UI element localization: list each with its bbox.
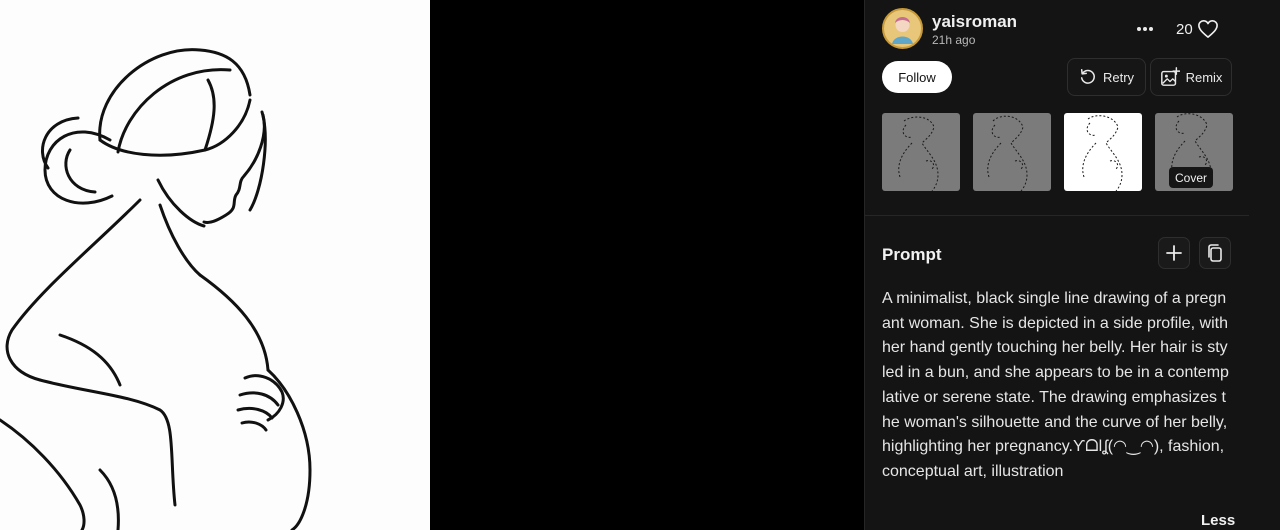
thumbnail-3-selected[interactable] bbox=[1064, 113, 1142, 191]
avatar[interactable] bbox=[882, 8, 923, 49]
variation-thumbnails: Cover bbox=[882, 113, 1233, 191]
thumbnail-2[interactable] bbox=[973, 113, 1051, 191]
copy-prompt-button[interactable] bbox=[1199, 237, 1231, 269]
follow-button[interactable]: Follow bbox=[882, 61, 952, 93]
like-count: 20 bbox=[1176, 20, 1193, 38]
retry-button[interactable]: Retry bbox=[1067, 58, 1146, 96]
section-divider bbox=[865, 215, 1249, 216]
image-plus-icon bbox=[1160, 67, 1180, 86]
remix-label: Remix bbox=[1185, 69, 1223, 85]
plus-icon bbox=[1166, 245, 1182, 261]
thumbnail-drawing bbox=[1082, 115, 1123, 191]
refresh-icon bbox=[1080, 69, 1095, 84]
add-prompt-button[interactable] bbox=[1158, 237, 1190, 269]
heart-outline-icon bbox=[1197, 20, 1218, 38]
post-time: 21h ago bbox=[932, 33, 976, 47]
like-button[interactable]: 20 bbox=[1176, 16, 1219, 42]
remix-button[interactable]: Remix bbox=[1150, 58, 1232, 96]
author-name[interactable]: yaisroman bbox=[932, 12, 1017, 32]
image-viewer bbox=[0, 0, 864, 530]
ellipsis-icon bbox=[1137, 27, 1153, 31]
more-options-button[interactable] bbox=[1132, 16, 1158, 42]
cover-badge: Cover bbox=[1169, 167, 1214, 188]
copy-icon bbox=[1208, 244, 1222, 262]
author-row: yaisroman 21h ago 20 bbox=[882, 8, 1264, 50]
detail-panel: yaisroman 21h ago 20 Follow Retry Remix … bbox=[864, 0, 1280, 530]
retry-label: Retry bbox=[1102, 69, 1135, 85]
prompt-text: A minimalist, black single line drawing … bbox=[882, 290, 1229, 480]
thumbnail-drawing bbox=[987, 115, 1028, 191]
thumbnail-4-cover[interactable]: Cover bbox=[1155, 113, 1233, 191]
line-drawing-pregnant-woman bbox=[0, 48, 312, 530]
show-less-toggle[interactable]: Less bbox=[1201, 512, 1235, 529]
avatar-illustration-icon bbox=[884, 10, 921, 47]
prompt-heading: Prompt bbox=[882, 245, 942, 264]
generated-image[interactable] bbox=[0, 0, 430, 530]
thumbnail-1[interactable] bbox=[882, 113, 960, 191]
thumbnail-drawing bbox=[898, 116, 939, 191]
